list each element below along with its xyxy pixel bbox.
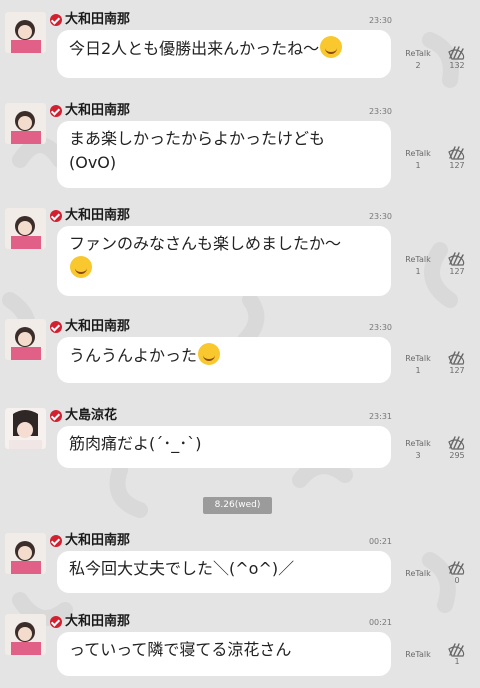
retalk-count: 1 (415, 267, 421, 276)
message-bubble[interactable]: っていって隣で寝てる涼花さん (57, 632, 391, 676)
message-bubble[interactable]: 今日2人とも優勝出来んかったね〜 (57, 30, 391, 78)
verified-badge-icon (50, 535, 62, 547)
sender-name[interactable]: 大島涼花 (65, 407, 117, 424)
retalk-button[interactable]: ReTalk (398, 149, 438, 158)
message-bubble[interactable]: 筋肉痛だよ(´･_･`) (57, 426, 391, 468)
sad-face-icon (320, 36, 343, 58)
clap-icon[interactable] (446, 349, 468, 365)
message-bubble[interactable]: 私今回大丈夫でした＼(^o^)／ (57, 551, 391, 593)
timestamp: 23:30 (368, 323, 392, 332)
verified-badge-icon (50, 105, 62, 117)
sender-name[interactable]: 大和田南那 (65, 532, 130, 549)
verified-badge-icon (50, 616, 62, 628)
verified-badge-icon (50, 14, 62, 26)
timestamp: 23:30 (368, 16, 392, 25)
message-text: うんうんよかった (69, 346, 198, 365)
timestamp: 23:30 (368, 212, 392, 221)
clap-icon[interactable] (446, 641, 468, 657)
like-count: 0 (454, 576, 460, 585)
smile-face-icon (70, 256, 92, 278)
retalk-count: 1 (415, 161, 421, 170)
retalk-button[interactable]: ReTalk (398, 255, 438, 264)
message-text: 今日2人とも優勝出来んかったね〜 (69, 39, 320, 58)
sender-name[interactable]: 大和田南那 (65, 207, 130, 224)
verified-badge-icon (50, 321, 62, 333)
like-count: 295 (449, 451, 465, 460)
timestamp: 00:21 (368, 537, 392, 546)
avatar[interactable] (5, 12, 46, 53)
timestamp: 23:31 (368, 412, 392, 421)
like-count: 132 (449, 61, 465, 70)
retalk-button[interactable]: ReTalk (398, 49, 438, 58)
verified-badge-icon (50, 210, 62, 222)
retalk-count: 3 (415, 451, 421, 460)
sender-name[interactable]: 大和田南那 (65, 102, 130, 119)
retalk-button[interactable]: ReTalk (398, 569, 438, 578)
retalk-button[interactable]: ReTalk (398, 650, 438, 659)
avatar[interactable] (5, 208, 46, 249)
retalk-count: 1 (415, 366, 421, 375)
like-count: 127 (449, 161, 465, 170)
clap-icon[interactable] (446, 250, 468, 266)
message-bubble[interactable]: まあ楽しかったからよかったけども (OvO) (57, 121, 391, 188)
retalk-button[interactable]: ReTalk (398, 354, 438, 363)
avatar[interactable] (5, 533, 46, 574)
like-count: 127 (449, 366, 465, 375)
grin-face-icon (198, 343, 221, 365)
verified-badge-icon (50, 410, 62, 422)
clap-icon[interactable] (446, 559, 468, 575)
message-text: っていって隣で寝てる涼花さん (69, 640, 292, 659)
clap-icon[interactable] (446, 144, 468, 160)
timestamp: 00:21 (368, 618, 392, 627)
sender-name[interactable]: 大和田南那 (65, 318, 130, 335)
retalk-button[interactable]: ReTalk (398, 439, 438, 448)
clap-icon[interactable] (446, 434, 468, 450)
avatar[interactable] (5, 319, 46, 360)
date-separator: 8.26(wed) (203, 497, 272, 514)
avatar[interactable] (5, 103, 46, 144)
avatar[interactable] (5, 408, 46, 449)
message-text: 私今回大丈夫でした＼(^o^)／ (69, 559, 295, 578)
like-count: 1 (454, 657, 460, 666)
message-bubble[interactable]: うんうんよかった (57, 337, 391, 383)
message-text-line2: (OvO) (69, 153, 117, 172)
like-count: 127 (449, 267, 465, 276)
retalk-count: 2 (415, 61, 421, 70)
message-text: 筋肉痛だよ(´･_･`) (69, 434, 202, 453)
timestamp: 23:30 (368, 107, 392, 116)
message-bubble[interactable]: ファンのみなさんも楽しめましたか〜 (57, 226, 391, 296)
sender-name[interactable]: 大和田南那 (65, 11, 130, 28)
message-text: まあ楽しかったからよかったけども (69, 129, 326, 148)
sender-name[interactable]: 大和田南那 (65, 613, 130, 630)
avatar[interactable] (5, 614, 46, 655)
message-text: ファンのみなさんも楽しめましたか〜 (69, 234, 342, 253)
clap-icon[interactable] (446, 44, 468, 60)
